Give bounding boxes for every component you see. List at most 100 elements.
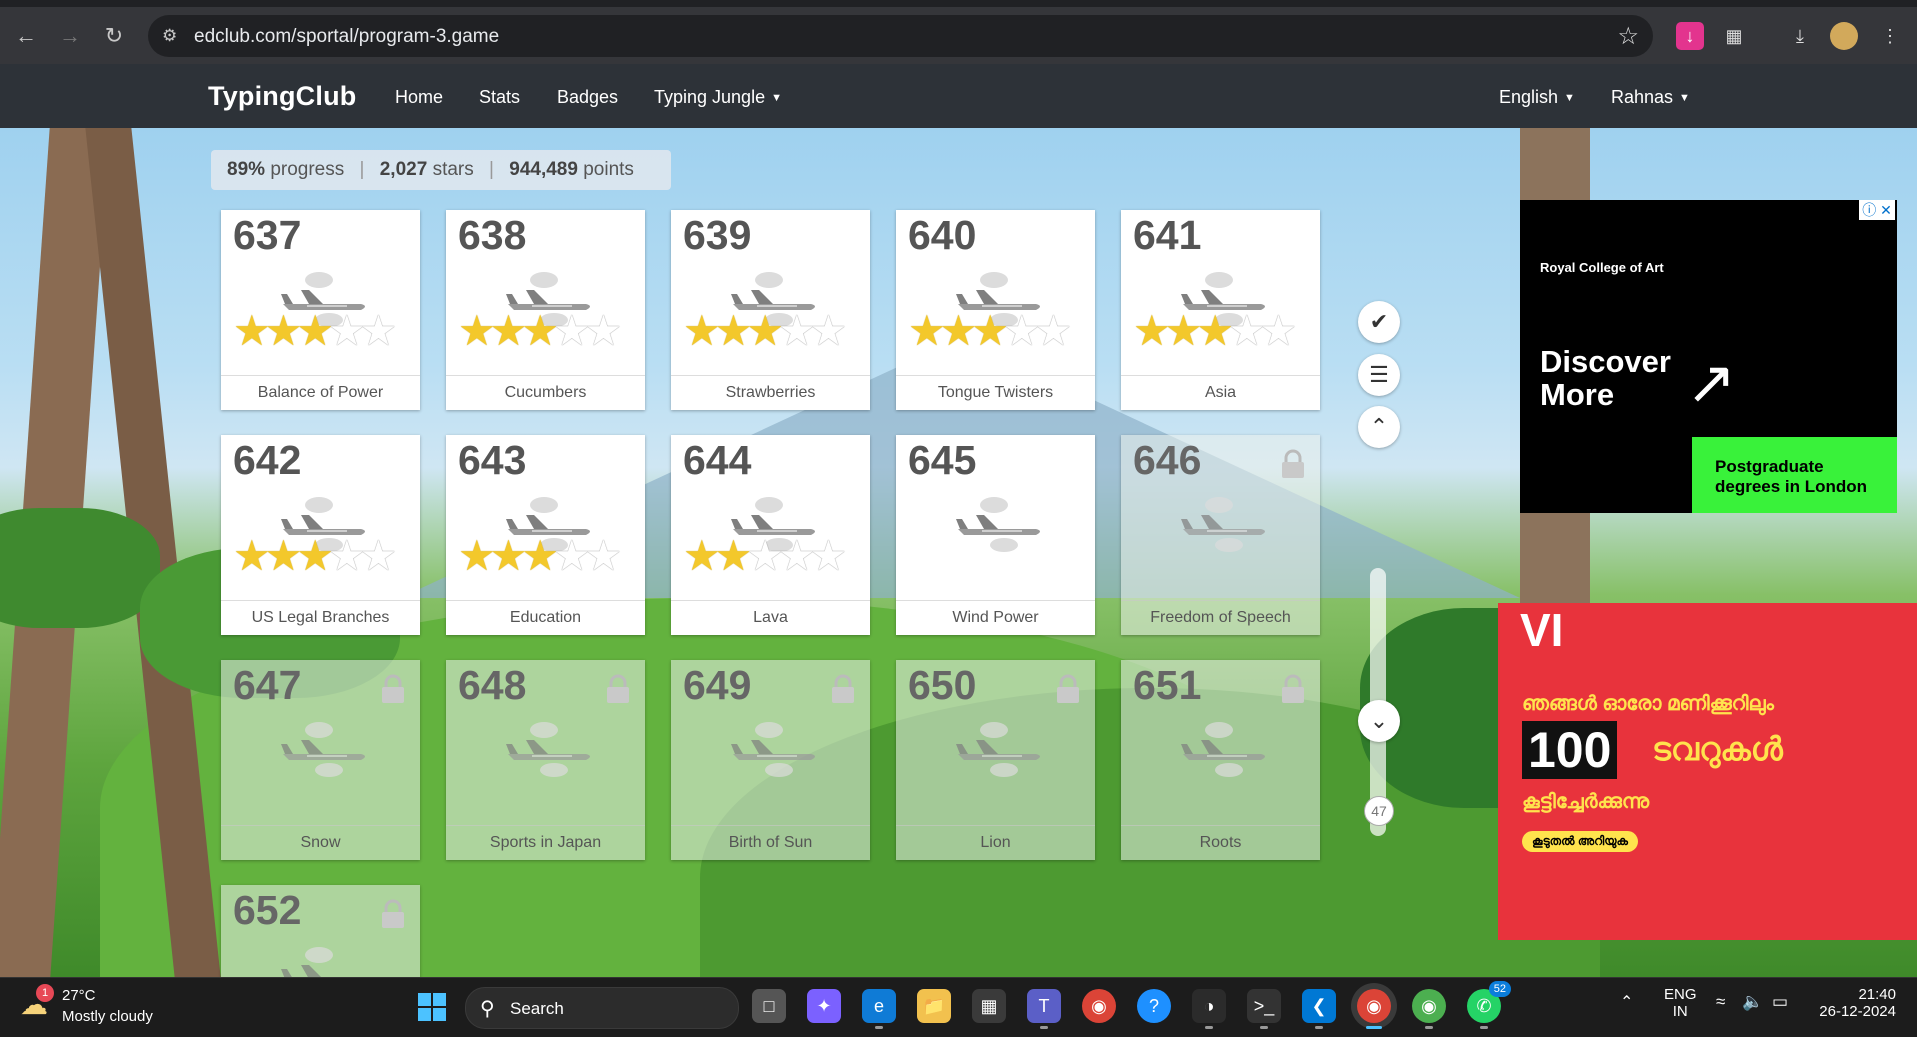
lesson-number: 643 [458, 437, 527, 483]
star-rating: ★★★★★ [1133, 307, 1298, 354]
wifi-icon[interactable]: ≈ [1716, 992, 1725, 1012]
downloads-icon[interactable]: ⤓ [1786, 22, 1814, 50]
lesson-number: 642 [233, 437, 302, 483]
lesson-number: 638 [458, 212, 527, 258]
star-filled-icon: ★ [264, 307, 303, 354]
ad-cta-button[interactable]: കൂടുതൽ അറിയുക [1522, 831, 1638, 852]
brand-logo[interactable]: TypingClub [208, 81, 356, 112]
lesson-card[interactable]: 643 ★★★★★ Education [446, 435, 645, 635]
vscode-icon[interactable]: ❮ [1302, 989, 1336, 1029]
star-empty-icon: ★ [327, 307, 366, 354]
airplane-icon [279, 720, 369, 785]
star-filled-icon: ★ [939, 307, 978, 354]
lesson-card[interactable]: 649 Birth of Sun [671, 660, 870, 860]
eclipse-icon[interactable]: ◑ [1192, 989, 1226, 1029]
weather-temperature[interactable]: 27°C [62, 987, 96, 1004]
menu-button[interactable]: ☰ [1358, 354, 1400, 396]
chrome-profile-icon[interactable]: ◉ [1412, 989, 1446, 1029]
windows-start-icon[interactable] [418, 993, 446, 1021]
scroll-down-button[interactable]: ⌄ [1358, 700, 1400, 742]
language-dropdown[interactable]: English ▼ [1499, 87, 1575, 108]
back-icon[interactable]: ← [12, 22, 40, 50]
ad-vi[interactable]: VI ഞങ്ങൾ ഓരോ മണിക്കൂറിലും 100 ടവറുകൾ കൂട… [1498, 603, 1917, 940]
nav-stats[interactable]: Stats [479, 87, 520, 108]
running-indicator [1315, 1026, 1323, 1029]
lesson-card[interactable]: 637 ★★★★★ Balance of Power [221, 210, 420, 410]
user-dropdown[interactable]: Rahnas ▼ [1611, 87, 1690, 108]
url-text[interactable]: edclub.com/sportal/program-3.game [194, 26, 499, 48]
help-icon[interactable]: ? [1137, 989, 1171, 1023]
lesson-number: 650 [908, 662, 977, 708]
address-bar[interactable]: ⚙ edclub.com/sportal/program-3.game ☆ [148, 15, 1653, 57]
weather-condition[interactable]: Mostly cloudy [62, 1008, 153, 1025]
nav-home[interactable]: Home [395, 87, 443, 108]
star-empty-icon: ★ [552, 307, 591, 354]
region-code: IN [1672, 1003, 1688, 1020]
task-view-icon[interactable]: □ [752, 989, 786, 1023]
lesson-card[interactable]: 638 ★★★★★ Cucumbers [446, 210, 645, 410]
terminal-icon[interactable]: >_ [1247, 989, 1281, 1029]
browser-menu-icon[interactable]: ⋮ [1876, 22, 1904, 50]
lesson-number: 639 [683, 212, 752, 258]
lesson-card[interactable]: 642 ★★★★★ US Legal Branches [221, 435, 420, 635]
lesson-card[interactable]: 644 ★★★★★ Lava [671, 435, 870, 635]
running-indicator [1205, 1026, 1213, 1029]
teams-icon[interactable]: T [1027, 989, 1061, 1029]
star-filled-icon: ★ [233, 307, 271, 354]
microsoft-store-icon[interactable]: ▦ [972, 989, 1006, 1023]
chrome-active-icon[interactable]: ◉ [1357, 989, 1391, 1029]
tree-canopy [0, 508, 160, 628]
nav-badges[interactable]: Badges [557, 87, 618, 108]
volume-icon[interactable]: 🔈 [1742, 992, 1763, 1012]
download-extension-icon[interactable]: ↓ [1676, 22, 1704, 50]
scroll-position-indicator[interactable]: 47 [1364, 796, 1394, 826]
star-filled-icon: ★ [264, 532, 303, 579]
clock[interactable]: 21:40 26-12-2024 [1816, 986, 1896, 1020]
reload-icon[interactable]: ↻ [100, 22, 128, 50]
lesson-card[interactable]: 650 Lion [896, 660, 1095, 860]
lesson-card[interactable]: 641 ★★★★★ Asia [1121, 210, 1320, 410]
scroll-up-button[interactable]: ⌃ [1358, 406, 1400, 448]
chrome-icon[interactable]: ◉ [1082, 989, 1116, 1023]
airplane-icon [1179, 720, 1269, 785]
lesson-card[interactable]: 652 [221, 885, 420, 977]
input-language[interactable]: ENG IN [1664, 986, 1697, 1020]
battery-icon[interactable]: ▭ [1772, 992, 1788, 1012]
ad-royal-college-of-art[interactable]: ⓘ ✕ Royal College of Art Discover More ↗… [1520, 200, 1897, 513]
site-info-icon[interactable]: ⚙ [162, 26, 177, 46]
file-explorer-icon[interactable]: 📁 [917, 989, 951, 1023]
extensions-icon[interactable]: ▦ [1720, 22, 1748, 50]
whatsapp-icon[interactable]: ✆ 52 [1467, 981, 1511, 1029]
browser-toolbar: ← → ↻ ⚙ edclub.com/sportal/program-3.gam… [0, 0, 1917, 64]
airplane-icon [954, 495, 1044, 560]
forward-icon[interactable]: → [56, 22, 84, 50]
lesson-card[interactable]: 645 Wind Power [896, 435, 1095, 635]
ad-close-icon[interactable]: ⓘ ✕ [1859, 200, 1895, 220]
lesson-card[interactable]: 648 Sports in Japan [446, 660, 645, 860]
star-filled-icon: ★ [489, 532, 528, 579]
caret-down-icon: ▼ [1679, 92, 1690, 104]
lesson-card[interactable]: 647 Snow [221, 660, 420, 860]
lesson-card[interactable]: 646 Freedom of Speech [1121, 435, 1320, 635]
copilot-icon[interactable]: ✦ [807, 989, 841, 1023]
check-circle-button[interactable]: ✔ [1358, 301, 1400, 343]
star-filled-icon: ★ [714, 307, 753, 354]
lesson-card[interactable]: 639 ★★★★★ Strawberries [671, 210, 870, 410]
taskbar-search-label: Search [510, 999, 564, 1018]
lesson-card[interactable]: 640 ★★★★★ Tongue Twisters [896, 210, 1095, 410]
star-empty-icon: ★ [1259, 307, 1298, 354]
star-rating: ★★★★★ [908, 307, 1072, 354]
edge-icon[interactable]: e [862, 989, 896, 1029]
lesson-number: 640 [908, 212, 977, 258]
ad-headline-line: More [1540, 377, 1615, 412]
nav-typing-jungle[interactable]: Typing Jungle ▼ [654, 87, 782, 108]
bookmark-star-icon[interactable]: ☆ [1617, 22, 1639, 51]
lesson-card[interactable]: 651 Roots [1121, 660, 1320, 860]
airplane-icon [279, 945, 369, 977]
star-filled-icon: ★ [233, 532, 271, 579]
profile-avatar[interactable] [1830, 22, 1858, 50]
chevron-up-icon[interactable]: ⌃ [1620, 992, 1633, 1012]
taskbar-search[interactable]: ⚲ Search [465, 987, 739, 1029]
airplane-icon [729, 720, 819, 785]
airplane-icon [954, 720, 1044, 785]
